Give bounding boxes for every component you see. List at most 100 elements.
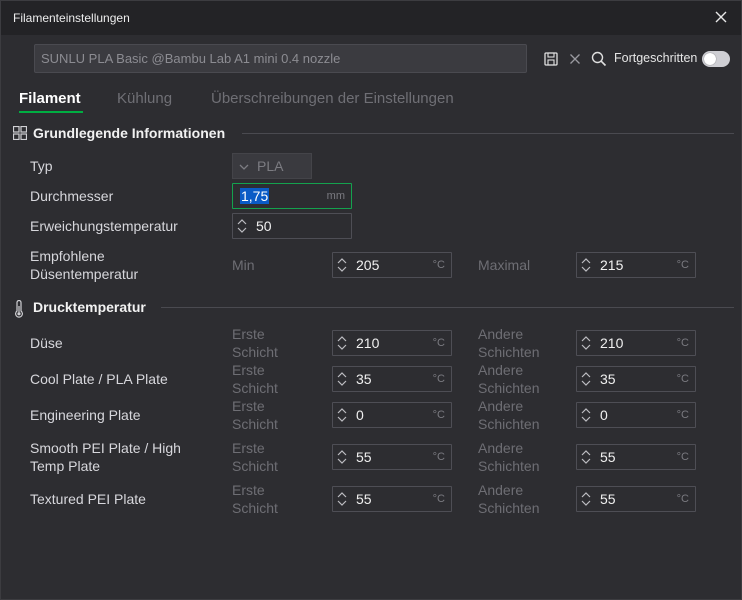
first-layer-label-2: Schicht	[232, 380, 278, 396]
nozzle-temp-label-line2: Düsentemperatur	[30, 266, 139, 282]
diameter-input[interactable]: 1,75 mm	[232, 183, 352, 209]
plate-label-nozzle: Düse	[30, 335, 63, 351]
spin-arrows-icon[interactable]	[235, 217, 249, 235]
plate-label-smooth-pei-2: Temp Plate	[30, 458, 101, 474]
textured-pei-first-layer-value: 55	[356, 491, 372, 507]
spin-arrows-icon[interactable]	[579, 370, 593, 388]
cool-plate-first-layer-input[interactable]: 35 °C	[332, 366, 452, 392]
thermometer-icon	[15, 300, 23, 318]
temp-unit: °C	[432, 451, 445, 463]
tab-cooling[interactable]: Kühlung	[117, 90, 172, 107]
min-label: Min	[232, 257, 255, 273]
smooth-pei-first-layer-value: 55	[356, 449, 372, 465]
max-temp-input[interactable]: 215 °C	[576, 252, 696, 278]
temp-unit: °C	[676, 493, 689, 505]
other-layers-label: Andere	[478, 440, 524, 456]
nozzle-other-layers-value: 210	[600, 335, 624, 351]
tab-filament[interactable]: Filament	[19, 90, 81, 107]
active-tab-indicator	[19, 111, 83, 113]
preset-name-field[interactable]: SUNLU PLA Basic @Bambu Lab A1 mini 0.4 n…	[34, 44, 527, 73]
cool-plate-other-layers-input[interactable]: 35 °C	[576, 366, 696, 392]
other-layers-label: Andere	[478, 482, 524, 498]
other-layers-label-2: Schichten	[478, 344, 540, 360]
title-bar: Filamenteinstellungen	[1, 1, 741, 35]
cool-plate-other-layers-value: 35	[600, 371, 616, 387]
section-print-temperature: Drucktemperatur	[13, 299, 163, 318]
smooth-pei-other-layers-input[interactable]: 55 °C	[576, 444, 696, 470]
first-layer-label-2: Schicht	[232, 416, 278, 432]
max-temp-value: 215	[600, 257, 624, 273]
section-divider	[161, 307, 734, 308]
spin-arrows-icon[interactable]	[579, 406, 593, 424]
spin-arrows-icon[interactable]	[335, 448, 349, 466]
spin-arrows-icon[interactable]	[335, 406, 349, 424]
max-label: Maximal	[478, 257, 531, 273]
nozzle-first-layer-input[interactable]: 210 °C	[332, 330, 452, 356]
min-temp-input[interactable]: 205 °C	[332, 252, 452, 278]
other-layers-label: Andere	[478, 326, 524, 342]
filament-settings-dialog: Filamenteinstellungen SUNLU PLA Basic @B…	[0, 0, 742, 600]
other-layers-label-2: Schichten	[478, 458, 540, 474]
temp-unit: °C	[432, 373, 445, 385]
textured-pei-other-layers-input[interactable]: 55 °C	[576, 486, 696, 512]
smooth-pei-first-layer-input[interactable]: 55 °C	[332, 444, 452, 470]
temp-unit: °C	[432, 493, 445, 505]
engineering-first-layer-input[interactable]: 0 °C	[332, 402, 452, 428]
spin-arrows-icon[interactable]	[579, 448, 593, 466]
spin-arrows-icon[interactable]	[335, 370, 349, 388]
close-icon[interactable]	[711, 7, 731, 27]
first-layer-label: Erste	[232, 326, 265, 342]
section-divider	[242, 133, 734, 134]
temp-unit: °C	[676, 451, 689, 463]
min-temp-value: 205	[356, 257, 380, 273]
advanced-toggle[interactable]	[702, 51, 730, 67]
spin-arrows-icon[interactable]	[335, 256, 349, 274]
spin-arrows-icon[interactable]	[579, 256, 593, 274]
spin-arrows-icon[interactable]	[335, 490, 349, 508]
type-value: PLA	[257, 158, 284, 174]
max-temp-unit: °C	[676, 259, 689, 271]
diameter-unit: mm	[326, 190, 345, 202]
other-layers-label-2: Schichten	[478, 380, 540, 396]
tab-overrides[interactable]: Überschreibungen der Einstellungen	[211, 90, 454, 107]
search-icon[interactable]	[590, 50, 608, 68]
spin-arrows-icon[interactable]	[335, 334, 349, 352]
engineering-first-layer-value: 0	[356, 407, 364, 423]
grid-icon	[13, 126, 27, 140]
delete-icon[interactable]	[566, 50, 584, 68]
first-layer-label-2: Schicht	[232, 500, 278, 516]
chevron-down-icon	[239, 164, 249, 170]
section-basic-info: Grundlegende Informationen	[13, 125, 253, 143]
dialog-title: Filamenteinstellungen	[13, 11, 130, 25]
temp-unit: °C	[676, 409, 689, 421]
plate-label-textured-pei: Textured PEI Plate	[30, 491, 146, 507]
softening-temp-value: 50	[256, 218, 272, 234]
smooth-pei-other-layers-value: 55	[600, 449, 616, 465]
engineering-other-layers-input[interactable]: 0 °C	[576, 402, 696, 428]
type-label: Typ	[30, 158, 53, 174]
spin-arrows-icon[interactable]	[579, 490, 593, 508]
textured-pei-first-layer-input[interactable]: 55 °C	[332, 486, 452, 512]
first-layer-label: Erste	[232, 482, 265, 498]
softening-temp-label: Erweichungstemperatur	[30, 218, 178, 234]
save-icon[interactable]	[542, 50, 560, 68]
section-title: Drucktemperatur	[33, 299, 146, 315]
spin-arrows-icon[interactable]	[579, 334, 593, 352]
plate-label-cool: Cool Plate / PLA Plate	[30, 371, 168, 387]
nozzle-first-layer-value: 210	[356, 335, 380, 351]
first-layer-label: Erste	[232, 362, 265, 378]
softening-temp-input[interactable]: 50	[232, 213, 352, 239]
first-layer-label-2: Schicht	[232, 344, 278, 360]
first-layer-label-2: Schicht	[232, 458, 278, 474]
other-layers-label-2: Schichten	[478, 416, 540, 432]
temp-unit: °C	[432, 409, 445, 421]
temp-unit: °C	[676, 373, 689, 385]
cool-plate-first-layer-value: 35	[356, 371, 372, 387]
first-layer-label: Erste	[232, 398, 265, 414]
nozzle-other-layers-input[interactable]: 210 °C	[576, 330, 696, 356]
first-layer-label: Erste	[232, 440, 265, 456]
advanced-label: Fortgeschritten	[614, 51, 698, 65]
plate-label-smooth-pei: Smooth PEI Plate / High	[30, 440, 181, 456]
toggle-knob	[704, 53, 716, 65]
type-dropdown[interactable]: PLA	[232, 153, 312, 179]
